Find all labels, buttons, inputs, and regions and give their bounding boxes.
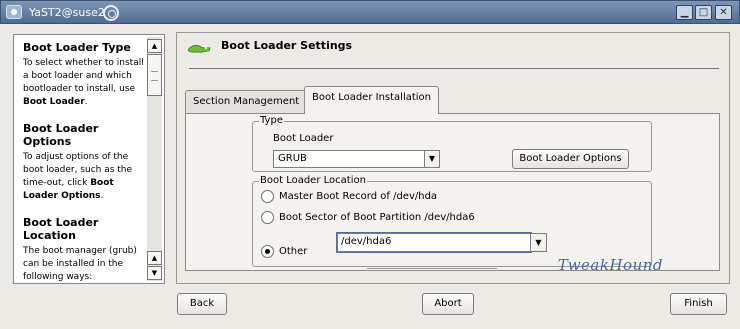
help-paragraph-location: The boot manager (grub) can be installed… — [23, 246, 137, 282]
radio-boot-sector-label[interactable]: Boot Sector of Boot Partition /dev/hda6 — [279, 212, 475, 223]
boot-loader-select-value: GRUB — [278, 153, 307, 164]
type-legend: Type — [259, 115, 284, 126]
title-bar[interactable]: YaST2@suse2 ▁ □ ✕ — [0, 0, 740, 24]
radio-other-label[interactable]: Other — [279, 246, 307, 257]
radio-boot-sector[interactable] — [261, 211, 274, 224]
minimize-button[interactable]: ▁ — [676, 5, 693, 20]
main-panel: Boot Loader Settings Section Management … — [176, 32, 730, 284]
title-separator — [189, 68, 719, 69]
page-title: Boot Loader Settings — [221, 39, 353, 52]
help-heading-location: Boot Loader Location — [23, 216, 99, 242]
scroll-up-lower-button[interactable]: ▲ — [147, 251, 162, 265]
gecko-icon — [187, 44, 211, 53]
abort-button[interactable]: Abort — [422, 293, 474, 315]
help-paragraph-options: To adjust options of the boot loader, su… — [23, 152, 133, 201]
finish-button[interactable]: Finish — [670, 293, 727, 315]
window-title: YaST2@suse2 — [29, 6, 105, 19]
radio-mbr[interactable] — [261, 190, 274, 203]
boot-loader-location-group: Boot Loader Location Master Boot Record … — [252, 175, 652, 267]
boot-loader-select[interactable]: GRUB ▼ — [273, 150, 440, 168]
tab-boot-loader-installation[interactable]: Boot Loader Installation — [304, 86, 440, 114]
tab-panel: Type Boot Loader GRUB ▼ Boot Loader Opti… — [185, 113, 720, 271]
scroll-up-button[interactable]: ▲ — [147, 39, 162, 53]
help-text: Boot Loader Type To select whether to in… — [23, 41, 147, 297]
close-button[interactable]: ✕ — [715, 5, 732, 20]
back-button[interactable]: Back — [177, 293, 227, 315]
scroll-thumb[interactable] — [147, 54, 162, 96]
boot-loader-label: Boot Loader — [273, 133, 334, 144]
watermark-text: TweakHound — [557, 256, 663, 274]
tab-section-management[interactable]: Section Management — [185, 90, 308, 114]
help-scrollbar[interactable]: ▲ ▲ ▼ — [147, 37, 162, 281]
swirl-icon — [103, 5, 119, 21]
type-group: Type Boot Loader GRUB ▼ Boot Loader Opti… — [252, 115, 652, 172]
chevron-down-icon[interactable]: ▼ — [424, 151, 439, 167]
app-icon[interactable] — [6, 5, 22, 19]
chevron-down-icon[interactable]: ▼ — [530, 233, 547, 252]
panel-scroll-indicator — [367, 268, 497, 271]
location-legend: Boot Loader Location — [259, 175, 367, 186]
boot-loader-options-button[interactable]: Boot Loader Options — [512, 149, 629, 169]
scroll-down-button[interactable]: ▼ — [147, 266, 162, 280]
other-location-input[interactable]: /dev/hda6 — [336, 232, 532, 253]
help-paragraph-type: To select whether to install a boot load… — [23, 58, 144, 107]
help-heading-type: Boot Loader Type — [23, 41, 131, 54]
radio-mbr-label[interactable]: Master Boot Record of /dev/hda — [279, 191, 437, 202]
help-pane[interactable]: Boot Loader Type To select whether to in… — [13, 34, 165, 284]
radio-other[interactable] — [261, 245, 274, 258]
help-heading-options: Boot Loader Options — [23, 122, 99, 148]
maximize-button[interactable]: □ — [695, 5, 712, 20]
